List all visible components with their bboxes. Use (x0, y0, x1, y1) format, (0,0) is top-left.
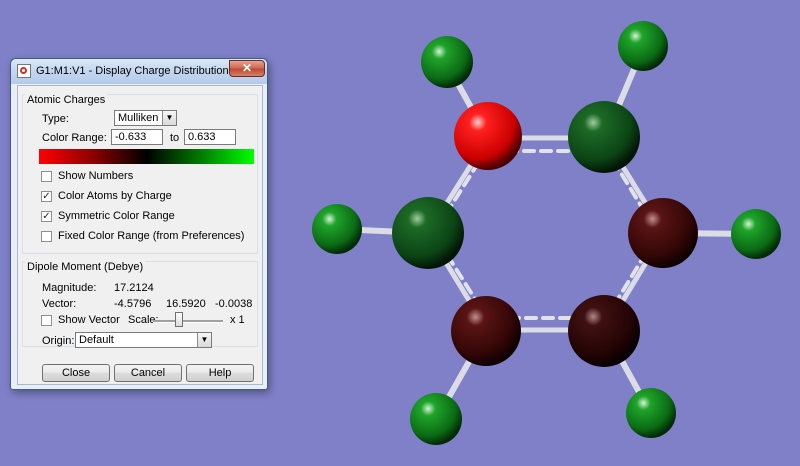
type-label: Type: (42, 113, 69, 125)
show-vector-label: Show Vector (58, 314, 120, 326)
hydrogen-atom-top-left (421, 36, 473, 88)
dialog-titlebar[interactable]: G1:M1:V1 - Display Charge Distribution ✕ (11, 59, 267, 84)
symmetric-range-checkbox[interactable]: ✓ (41, 211, 52, 222)
ring-atom-left (392, 197, 464, 269)
color-range-gradient-bar (39, 149, 254, 164)
hydrogen-atom-top-right (618, 21, 668, 71)
chevron-down-icon: ▼ (197, 333, 211, 347)
vector-x-value: -4.5796 (114, 298, 152, 310)
range-min-input[interactable]: -0.633 (111, 129, 163, 145)
color-atoms-checkbox[interactable]: ✓ (41, 191, 52, 202)
charge-distribution-dialog: G1:M1:V1 - Display Charge Distribution ✕… (10, 58, 268, 390)
fixed-range-label: Fixed Color Range (from Preferences) (58, 230, 245, 242)
dialog-client-area: Atomic Charges Type: Mulliken ▼ Color Ra… (17, 85, 263, 385)
cancel-button[interactable]: Cancel (114, 364, 182, 382)
vector-y-value: 16.5920 (166, 298, 206, 310)
chevron-down-icon: ▼ (162, 111, 176, 125)
origin-label: Origin: (42, 335, 75, 347)
ring-atom-top-left (454, 102, 522, 170)
color-atoms-label: Color Atoms by Charge (58, 190, 172, 202)
show-numbers-label: Show Numbers (58, 170, 134, 182)
hydrogen-atom-right (731, 209, 781, 259)
show-vector-checkbox[interactable] (41, 315, 52, 326)
scale-slider-track (153, 320, 223, 323)
magnitude-value: 17.2124 (114, 282, 154, 294)
dialog-title: G1:M1:V1 - Display Charge Distribution (36, 65, 229, 77)
ring-atom-top-right (568, 101, 640, 173)
range-max-input[interactable]: 0.633 (184, 129, 236, 145)
scale-value: x 1 (230, 314, 245, 326)
ring-atom-bottom-left (451, 296, 521, 366)
magnitude-label: Magnitude: (42, 282, 97, 294)
atomic-charges-title: Atomic Charges (25, 94, 108, 106)
range-max-value: 0.633 (188, 131, 216, 143)
charge-type-select[interactable]: Mulliken ▼ (114, 110, 177, 126)
close-icon: ✕ (241, 61, 253, 75)
vector-z-value: -0.0038 (215, 298, 253, 310)
dipole-moment-title: Dipole Moment (Debye) (25, 261, 146, 273)
ring-atom-right (628, 198, 698, 268)
close-button[interactable]: Close (42, 364, 110, 382)
window-close-button[interactable]: ✕ (229, 60, 265, 77)
hydrogen-atom-left (312, 204, 362, 254)
color-range-label: Color Range: (42, 132, 107, 144)
app-icon (17, 64, 31, 78)
origin-value: Default (79, 334, 114, 346)
symmetric-range-label: Symmetric Color Range (58, 210, 175, 222)
range-min-value: -0.633 (115, 131, 147, 143)
origin-select[interactable]: Default ▼ (75, 332, 212, 348)
show-numbers-checkbox[interactable] (41, 171, 52, 182)
hydrogen-atom-bottom-left (410, 393, 462, 445)
vector-label: Vector: (42, 298, 77, 310)
aromatic-bond-dashes (444, 149, 648, 320)
range-to-label: to (170, 132, 180, 144)
hydrogen-atom-bottom-right (626, 388, 676, 438)
fixed-range-checkbox[interactable] (41, 231, 52, 242)
help-button[interactable]: Help (186, 364, 254, 382)
charge-type-value: Mulliken (118, 112, 159, 124)
scale-slider-thumb[interactable] (175, 312, 183, 327)
ring-atom-bottom-right (568, 295, 640, 367)
